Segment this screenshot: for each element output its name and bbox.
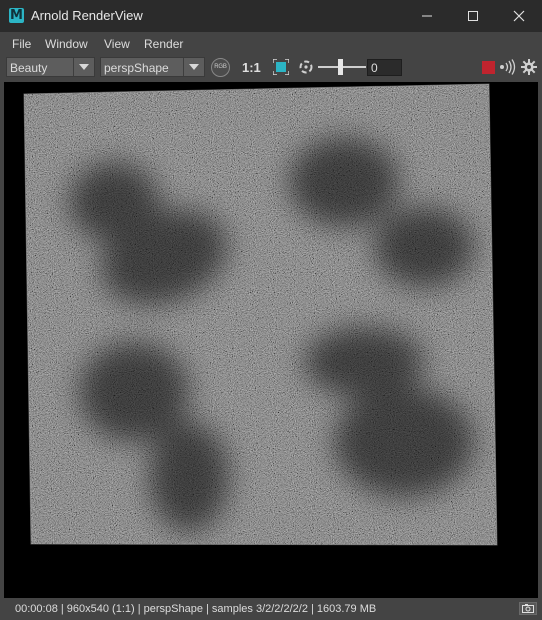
status-bar: 00:00:08 | 960x540 (1:1) | perspShape | …: [0, 599, 542, 620]
camera-value: perspShape: [104, 61, 169, 75]
chevron-down-icon: [73, 58, 94, 76]
title-bar: M Arnold RenderView: [0, 0, 542, 32]
rgb-channel-button[interactable]: RGB: [211, 58, 230, 77]
minimize-icon: [422, 15, 432, 17]
gear-icon[interactable]: [520, 58, 538, 76]
close-button[interactable]: [496, 0, 542, 32]
maximize-icon: [468, 11, 478, 21]
toolbar: Beauty perspShape RGB 1:1: [0, 55, 542, 81]
window-title: Arnold RenderView: [31, 8, 143, 23]
chevron-down-icon: [183, 58, 204, 76]
maximize-button[interactable]: [450, 0, 496, 32]
rendered-image: [23, 83, 498, 546]
aov-dropdown[interactable]: Beauty: [6, 57, 95, 77]
zoom-ratio-button[interactable]: 1:1: [242, 60, 261, 75]
frame-region-icon[interactable]: [272, 58, 290, 76]
menu-window[interactable]: Window: [45, 37, 88, 51]
render-viewport[interactable]: [4, 82, 538, 598]
maya-app-icon: M: [9, 8, 24, 23]
stop-render-button[interactable]: [480, 59, 496, 75]
menu-render[interactable]: Render: [144, 37, 183, 51]
refresh-icon[interactable]: [297, 58, 315, 76]
menu-file[interactable]: File: [12, 37, 31, 51]
ipr-icon[interactable]: [499, 58, 517, 76]
snapshot-button[interactable]: [519, 602, 537, 615]
menu-bar: File Window View Render: [0, 32, 542, 54]
stop-icon: [481, 60, 495, 74]
exposure-field[interactable]: 0: [367, 59, 402, 76]
exposure-slider-thumb[interactable]: [338, 59, 343, 75]
camera-icon: [522, 604, 534, 613]
minimize-button[interactable]: [404, 0, 450, 32]
close-icon: [513, 10, 525, 22]
aov-value: Beauty: [10, 61, 48, 75]
menu-view[interactable]: View: [104, 37, 130, 51]
camera-dropdown[interactable]: perspShape: [100, 57, 205, 77]
render-status-text: 00:00:08 | 960x540 (1:1) | perspShape | …: [15, 603, 377, 615]
